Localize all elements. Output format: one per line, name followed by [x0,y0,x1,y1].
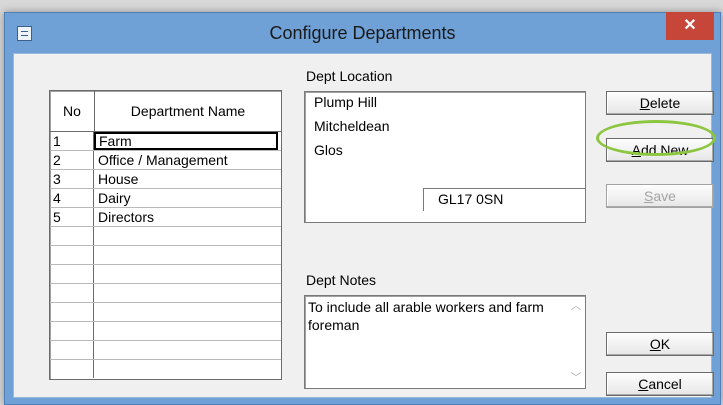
notes-scrollbar[interactable]: ︿ ﹀ [567,296,585,388]
delete-button[interactable]: Delete [606,91,714,115]
title-bar[interactable]: Configure Departments ✕ [5,12,720,53]
dialog-window: Configure Departments ✕ No Department Na… [4,12,721,405]
ok-button[interactable]: OK [606,332,714,356]
cell-no: 1 [50,132,94,150]
dept-notes-text: To include all arable workers and farm f… [308,299,544,333]
column-header-department-name: Department Name [130,103,246,119]
scroll-up-icon[interactable]: ︿ [570,300,582,312]
empty-row[interactable] [50,265,281,284]
save-button[interactable]: Save [606,184,714,208]
dept-notes-textarea[interactable]: To include all arable workers and farm f… [304,295,586,389]
cell-department-name[interactable]: Dairy [95,189,281,207]
cell-department-name[interactable]: Office / Management [95,151,281,169]
departments-grid[interactable]: No Department Name 1 Farm 2 Office / Man… [49,90,282,380]
cancel-button[interactable]: Cancel [606,372,714,396]
empty-row[interactable] [50,227,281,246]
dialog-body: No Department Name 1 Farm 2 Office / Man… [13,53,714,398]
table-row[interactable]: 3 House [50,170,281,189]
table-row[interactable]: 2 Office / Management [50,151,281,170]
close-button[interactable]: ✕ [666,12,714,40]
table-row[interactable]: 1 Farm [50,132,281,151]
postcode-field[interactable]: GL17 0SN [423,188,586,211]
table-row[interactable]: 5 Directors [50,208,281,227]
dept-location-field[interactable]: Plump Hill Mitcheldean Glos GL17 0SN [304,91,586,223]
empty-row[interactable] [50,284,281,303]
cell-department-name[interactable]: Farm [94,132,278,150]
empty-row[interactable] [50,246,281,265]
window-title: Configure Departments [269,23,456,43]
scroll-down-icon[interactable]: ﹀ [570,372,582,384]
empty-row[interactable] [50,360,281,378]
empty-row[interactable] [50,341,281,360]
highlight-ring [596,120,716,156]
dept-notes-label: Dept Notes [306,272,377,288]
postcode-value: GL17 0SN [438,191,504,207]
dept-location-label: Dept Location [306,68,393,84]
address-line-2: Mitcheldean [314,118,390,134]
table-row[interactable]: 4 Dairy [50,189,281,208]
address-line-3: Glos [314,142,343,158]
empty-row[interactable] [50,322,281,341]
address-line-1: Plump Hill [314,94,378,110]
cell-no: 5 [50,208,94,226]
column-header-no: No [50,91,95,131]
grid-header: No Department Name [50,91,281,132]
empty-row[interactable] [50,303,281,322]
cell-no: 4 [50,189,94,207]
cell-no: 2 [50,151,94,169]
cell-department-name[interactable]: House [95,170,281,188]
cell-department-name[interactable]: Directors [95,208,281,226]
cell-no: 3 [50,170,94,188]
